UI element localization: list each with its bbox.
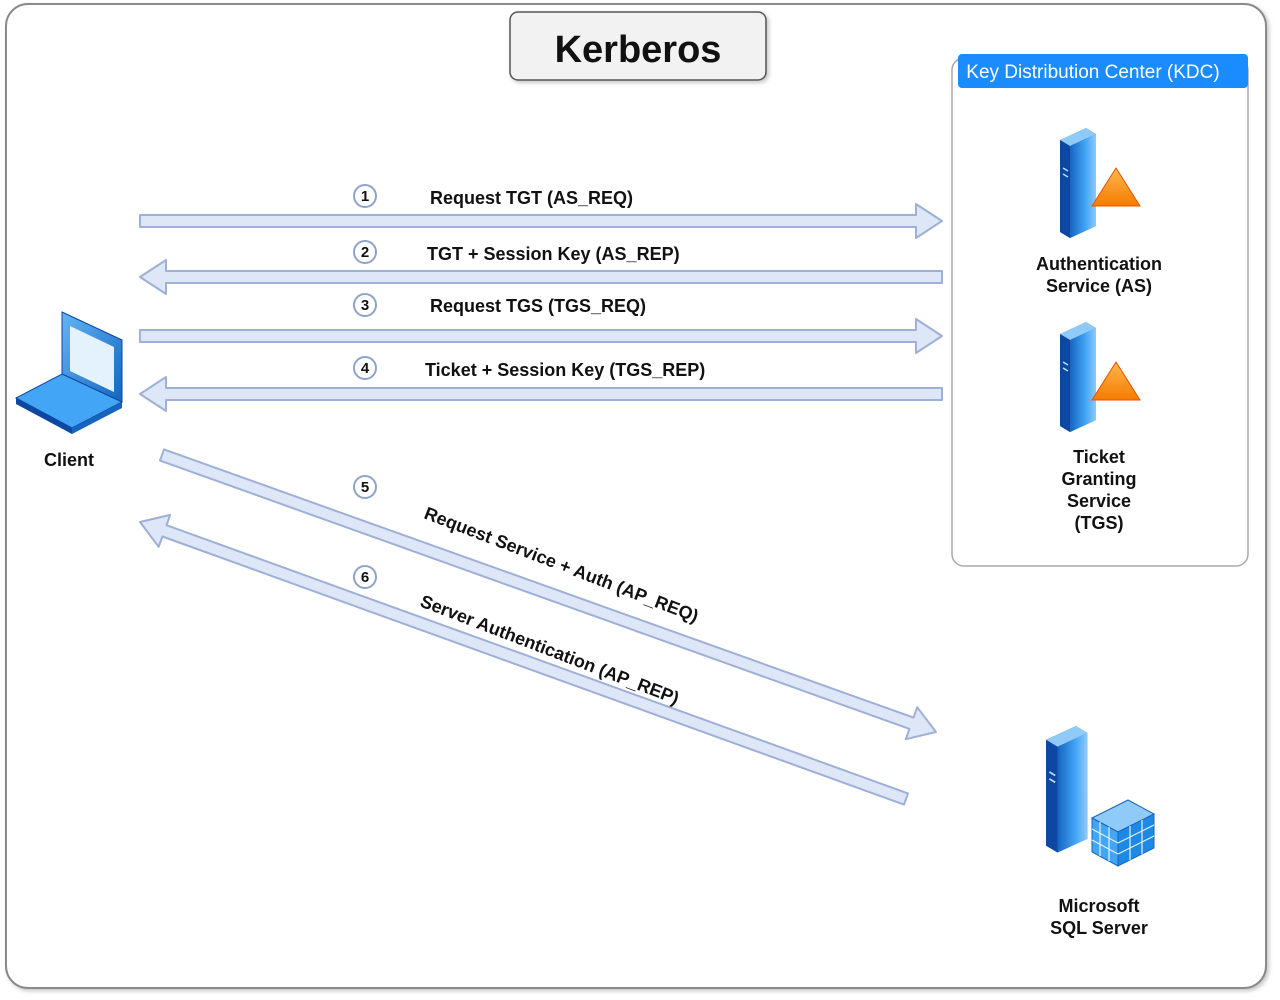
step-label: Request TGS (TGS_REQ) (430, 296, 646, 316)
kerberos-diagram: Kerberos Key Distribution Center (KDC) A… (5, 3, 1267, 989)
diagram-title: Kerberos (555, 29, 722, 71)
step-label: TGT + Session Key (AS_REP) (427, 244, 680, 264)
step-number: 3 (361, 297, 369, 314)
kdc-container: Key Distribution Center (KDC) (951, 54, 1249, 567)
step-number: 2 (361, 244, 369, 261)
step-label: Request TGT (AS_REQ) (430, 188, 633, 208)
kdc-header-label: Key Distribution Center (KDC) (966, 62, 1219, 83)
step-number: 1 (361, 188, 369, 205)
step-number: 6 (361, 569, 369, 586)
title-box: Kerberos (509, 11, 767, 81)
sql-label-line1: Microsoft (1059, 896, 1140, 916)
as-label-line1: Authentication (1036, 254, 1162, 274)
tgs-label-line2: Granting (1062, 469, 1137, 489)
client-label: Client (44, 450, 94, 470)
sql-label-line2: SQL Server (1050, 918, 1148, 938)
tgs-label-line3: Service (1067, 491, 1131, 511)
tgs-label-line4: (TGS) (1075, 513, 1124, 533)
tgs-label-line1: Ticket (1073, 447, 1125, 467)
server-icon (1045, 725, 1089, 854)
as-label-line2: Service (AS) (1046, 276, 1152, 296)
step-label: Ticket + Session Key (TGS_REP) (425, 360, 705, 380)
step-number: 4 (361, 360, 370, 377)
step-number: 5 (361, 479, 369, 496)
